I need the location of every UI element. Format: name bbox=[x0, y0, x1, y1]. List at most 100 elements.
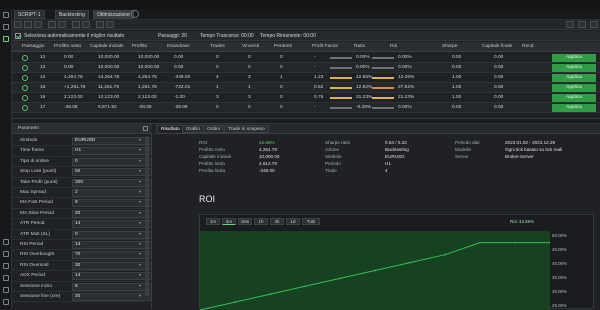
settings-icon[interactable] bbox=[3, 251, 9, 257]
col-win[interactable]: Vincenti bbox=[242, 44, 259, 49]
param-row[interactable]: ATR Period 14 ▾ bbox=[12, 219, 152, 230]
col-ratio[interactable]: Ratio bbox=[354, 44, 365, 49]
chevron-down-icon[interactable]: ▾ bbox=[139, 231, 141, 236]
add-tab-icon[interactable] bbox=[131, 10, 139, 18]
param-row[interactable]: Stop Loss (punti) 50 ▾ bbox=[12, 167, 152, 178]
stop-icon[interactable] bbox=[24, 21, 32, 28]
range-1m[interactable]: 1m bbox=[206, 218, 220, 225]
pause-icon[interactable] bbox=[34, 21, 42, 28]
range-5m[interactable]: 5m bbox=[222, 218, 236, 225]
range-4h[interactable]: 4h bbox=[270, 218, 284, 225]
scrollbar[interactable] bbox=[145, 136, 149, 296]
chevron-down-icon[interactable]: ▾ bbox=[139, 210, 141, 215]
param-row[interactable]: Simbolo EURUSD ▾ bbox=[12, 136, 152, 147]
close-icon[interactable] bbox=[590, 21, 598, 28]
tab-charts[interactable]: Grafici bbox=[182, 125, 204, 133]
range-1d[interactable]: 1d bbox=[286, 218, 300, 225]
chevron-down-icon[interactable]: ▾ bbox=[139, 241, 141, 246]
edit-icon[interactable] bbox=[3, 24, 9, 30]
table-row[interactable]: 13 0.00 10,000.00 10,000.00 0.00 0 0 0 -… bbox=[12, 63, 600, 73]
file-icon[interactable] bbox=[3, 12, 9, 18]
table-row[interactable]: 12 0.00 10,000.00 10,000.00 0.00 0 0 0 -… bbox=[12, 53, 600, 63]
param-row[interactable]: ATR Mult (SL) 0 ▾ bbox=[12, 230, 152, 240]
search-icon[interactable] bbox=[3, 239, 9, 245]
chevron-down-icon[interactable]: ▾ bbox=[139, 251, 141, 256]
tab-results[interactable]: Risultato bbox=[157, 125, 184, 133]
range-all[interactable]: Tutti bbox=[302, 218, 320, 225]
chart-toggle-icon[interactable] bbox=[106, 21, 114, 28]
chevron-down-icon[interactable]: ▾ bbox=[139, 283, 141, 288]
table-row[interactable]: 16 2,123.00 12,123.00 2,123.00 -1.00 3 3… bbox=[12, 93, 600, 103]
table-row[interactable]: 17 -28.08 9,971.92 -28.08 -28.08 0 0 0 -… bbox=[12, 103, 600, 113]
col-final-capital[interactable]: Capitale finale bbox=[482, 44, 512, 49]
param-row[interactable]: Sessione inizio 8 ▾ bbox=[12, 282, 152, 292]
apply-button[interactable]: Applica bbox=[552, 104, 596, 112]
param-row[interactable]: Time frame H1 ▾ bbox=[12, 146, 152, 157]
col-profit[interactable]: Profitto bbox=[132, 44, 147, 49]
apply-button[interactable]: Applica bbox=[552, 64, 596, 72]
chevron-down-icon[interactable]: ▾ bbox=[139, 158, 141, 163]
param-row[interactable]: ADX Period 14 ▾ bbox=[12, 271, 152, 282]
play-icon[interactable] bbox=[14, 21, 22, 28]
col-drawdown[interactable]: Drawdown bbox=[167, 44, 190, 49]
col-roi[interactable]: Roi bbox=[390, 44, 397, 49]
chevron-down-icon[interactable]: ▾ bbox=[139, 220, 141, 225]
param-row[interactable]: MA Fast Period 9 ▾ bbox=[12, 198, 152, 209]
param-row[interactable]: Tipo di ordine 0 ▾ bbox=[12, 157, 152, 168]
list-icon[interactable] bbox=[3, 263, 9, 269]
row-loss: 1 bbox=[280, 75, 283, 80]
remaining-label: Tempo Rimanente: 00:00 bbox=[260, 33, 316, 39]
chevron-down-icon[interactable]: ▾ bbox=[139, 272, 141, 277]
range-1h[interactable]: 1h bbox=[254, 218, 268, 225]
grid-view-icon[interactable] bbox=[566, 21, 574, 28]
col-profit-factor[interactable]: Profit Factor bbox=[312, 44, 338, 49]
tab-backtesting[interactable]: Backtesting bbox=[55, 10, 89, 19]
apply-button[interactable]: Applica bbox=[552, 74, 596, 82]
refresh-icon[interactable] bbox=[48, 21, 56, 28]
param-row[interactable]: Max Spread 2 ▾ bbox=[12, 188, 152, 199]
tab-pending[interactable]: Trade in sospeso bbox=[224, 125, 269, 133]
table-row[interactable]: 14 4,264.78 14,264.78 4,264.78 -348.00 4… bbox=[12, 73, 600, 83]
save-icon[interactable] bbox=[58, 21, 66, 28]
apply-button[interactable]: Applica bbox=[552, 54, 596, 62]
param-row[interactable]: Take Profit (punti) 300 ▾ bbox=[12, 178, 152, 188]
col-sharpe[interactable]: Sharpe bbox=[442, 44, 457, 49]
chevron-down-icon[interactable]: ▾ bbox=[139, 168, 141, 173]
export-button-icon[interactable] bbox=[72, 21, 80, 28]
col-loss[interactable]: Perdenti bbox=[274, 44, 292, 49]
param-row[interactable]: RSI Overbought 70 ▾ bbox=[12, 250, 152, 261]
param-row[interactable]: MA Slow Period 20 ▾ bbox=[12, 209, 152, 220]
tab-orders[interactable]: Ordini bbox=[203, 125, 224, 133]
col-trades[interactable]: Trades bbox=[210, 44, 225, 49]
tab-optimization[interactable]: Ottimizzazione bbox=[93, 10, 134, 19]
chevron-down-icon[interactable]: ▾ bbox=[139, 179, 141, 184]
export-icon[interactable] bbox=[3, 275, 9, 281]
param-row[interactable]: RSI Period 14 ▾ bbox=[12, 240, 152, 251]
col-passage[interactable]: Passaggio bbox=[22, 44, 44, 49]
chevron-down-icon[interactable]: ▾ bbox=[139, 189, 141, 194]
layout-icon[interactable] bbox=[578, 21, 586, 28]
chevron-down-icon[interactable]: ▾ bbox=[139, 199, 141, 204]
chevron-down-icon[interactable]: ▾ bbox=[139, 262, 141, 267]
param-row[interactable]: Sessione fine (ore) 20 ▾ bbox=[12, 292, 152, 303]
chart-icon[interactable] bbox=[3, 36, 9, 42]
chevron-down-icon[interactable]: ▾ bbox=[139, 147, 141, 152]
info-icon[interactable] bbox=[3, 287, 9, 293]
row-profit: 1,261.78 bbox=[138, 85, 157, 90]
range-15m[interactable]: 15m bbox=[238, 218, 252, 225]
col-initial-capital[interactable]: Capitale iniziale bbox=[90, 44, 124, 49]
apply-button[interactable]: Applica bbox=[552, 84, 596, 92]
chevron-down-icon[interactable]: ▾ bbox=[139, 293, 141, 298]
table-row[interactable]: 15 +1,261.78 11,261.78 1,261.78 -722.01 … bbox=[12, 83, 600, 93]
panel-menu-icon[interactable] bbox=[143, 126, 148, 131]
tab-script[interactable]: SCRIPT-1 bbox=[14, 10, 45, 19]
settings-button-icon[interactable] bbox=[82, 21, 90, 28]
help-icon[interactable] bbox=[3, 299, 9, 305]
col-net-profit[interactable]: Profitto netto bbox=[54, 44, 81, 49]
filter-icon[interactable] bbox=[96, 21, 104, 28]
auto-select-checkbox[interactable] bbox=[15, 33, 21, 39]
param-row[interactable]: RSI Oversold 30 ▾ bbox=[12, 261, 152, 272]
apply-button[interactable]: Applica bbox=[552, 94, 596, 102]
chevron-down-icon[interactable]: ▾ bbox=[139, 137, 141, 142]
col-return[interactable]: Rend. bbox=[522, 44, 535, 49]
